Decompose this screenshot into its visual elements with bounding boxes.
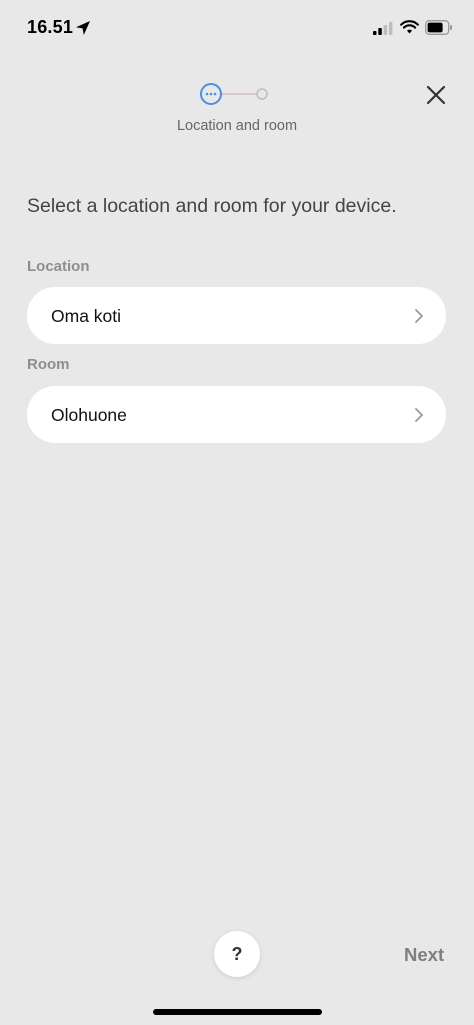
location-label: Location <box>27 258 90 275</box>
chevron-right-icon <box>415 408 423 422</box>
screen: 16.51 Location and room Select a locatio… <box>0 0 474 1025</box>
help-icon: ? <box>231 944 243 964</box>
location-value: Oma koti <box>51 306 122 326</box>
status-time: 16.51 <box>27 17 74 37</box>
signal-icon <box>373 22 393 35</box>
location-selector[interactable]: Oma koti <box>27 287 446 344</box>
location-arrow-icon <box>76 21 90 35</box>
page-prompt: Select a location and room for your devi… <box>27 195 397 217</box>
step-indicator: Location and room <box>0 82 474 142</box>
close-icon[interactable] <box>420 80 452 110</box>
home-indicator[interactable] <box>153 1009 322 1015</box>
help-button[interactable]: ? <box>214 931 260 977</box>
room-label: Room <box>27 356 70 373</box>
room-selector[interactable]: Olohuone <box>27 386 446 443</box>
step-label: Location and room <box>176 118 298 134</box>
wifi-icon <box>400 20 419 34</box>
chevron-right-icon <box>415 309 423 323</box>
status-bar: 16.51 <box>0 0 474 58</box>
room-value: Olohuone <box>51 405 127 425</box>
next-button[interactable]: Next <box>404 944 444 966</box>
battery-icon <box>425 20 452 35</box>
step-progress-icon <box>200 83 268 105</box>
